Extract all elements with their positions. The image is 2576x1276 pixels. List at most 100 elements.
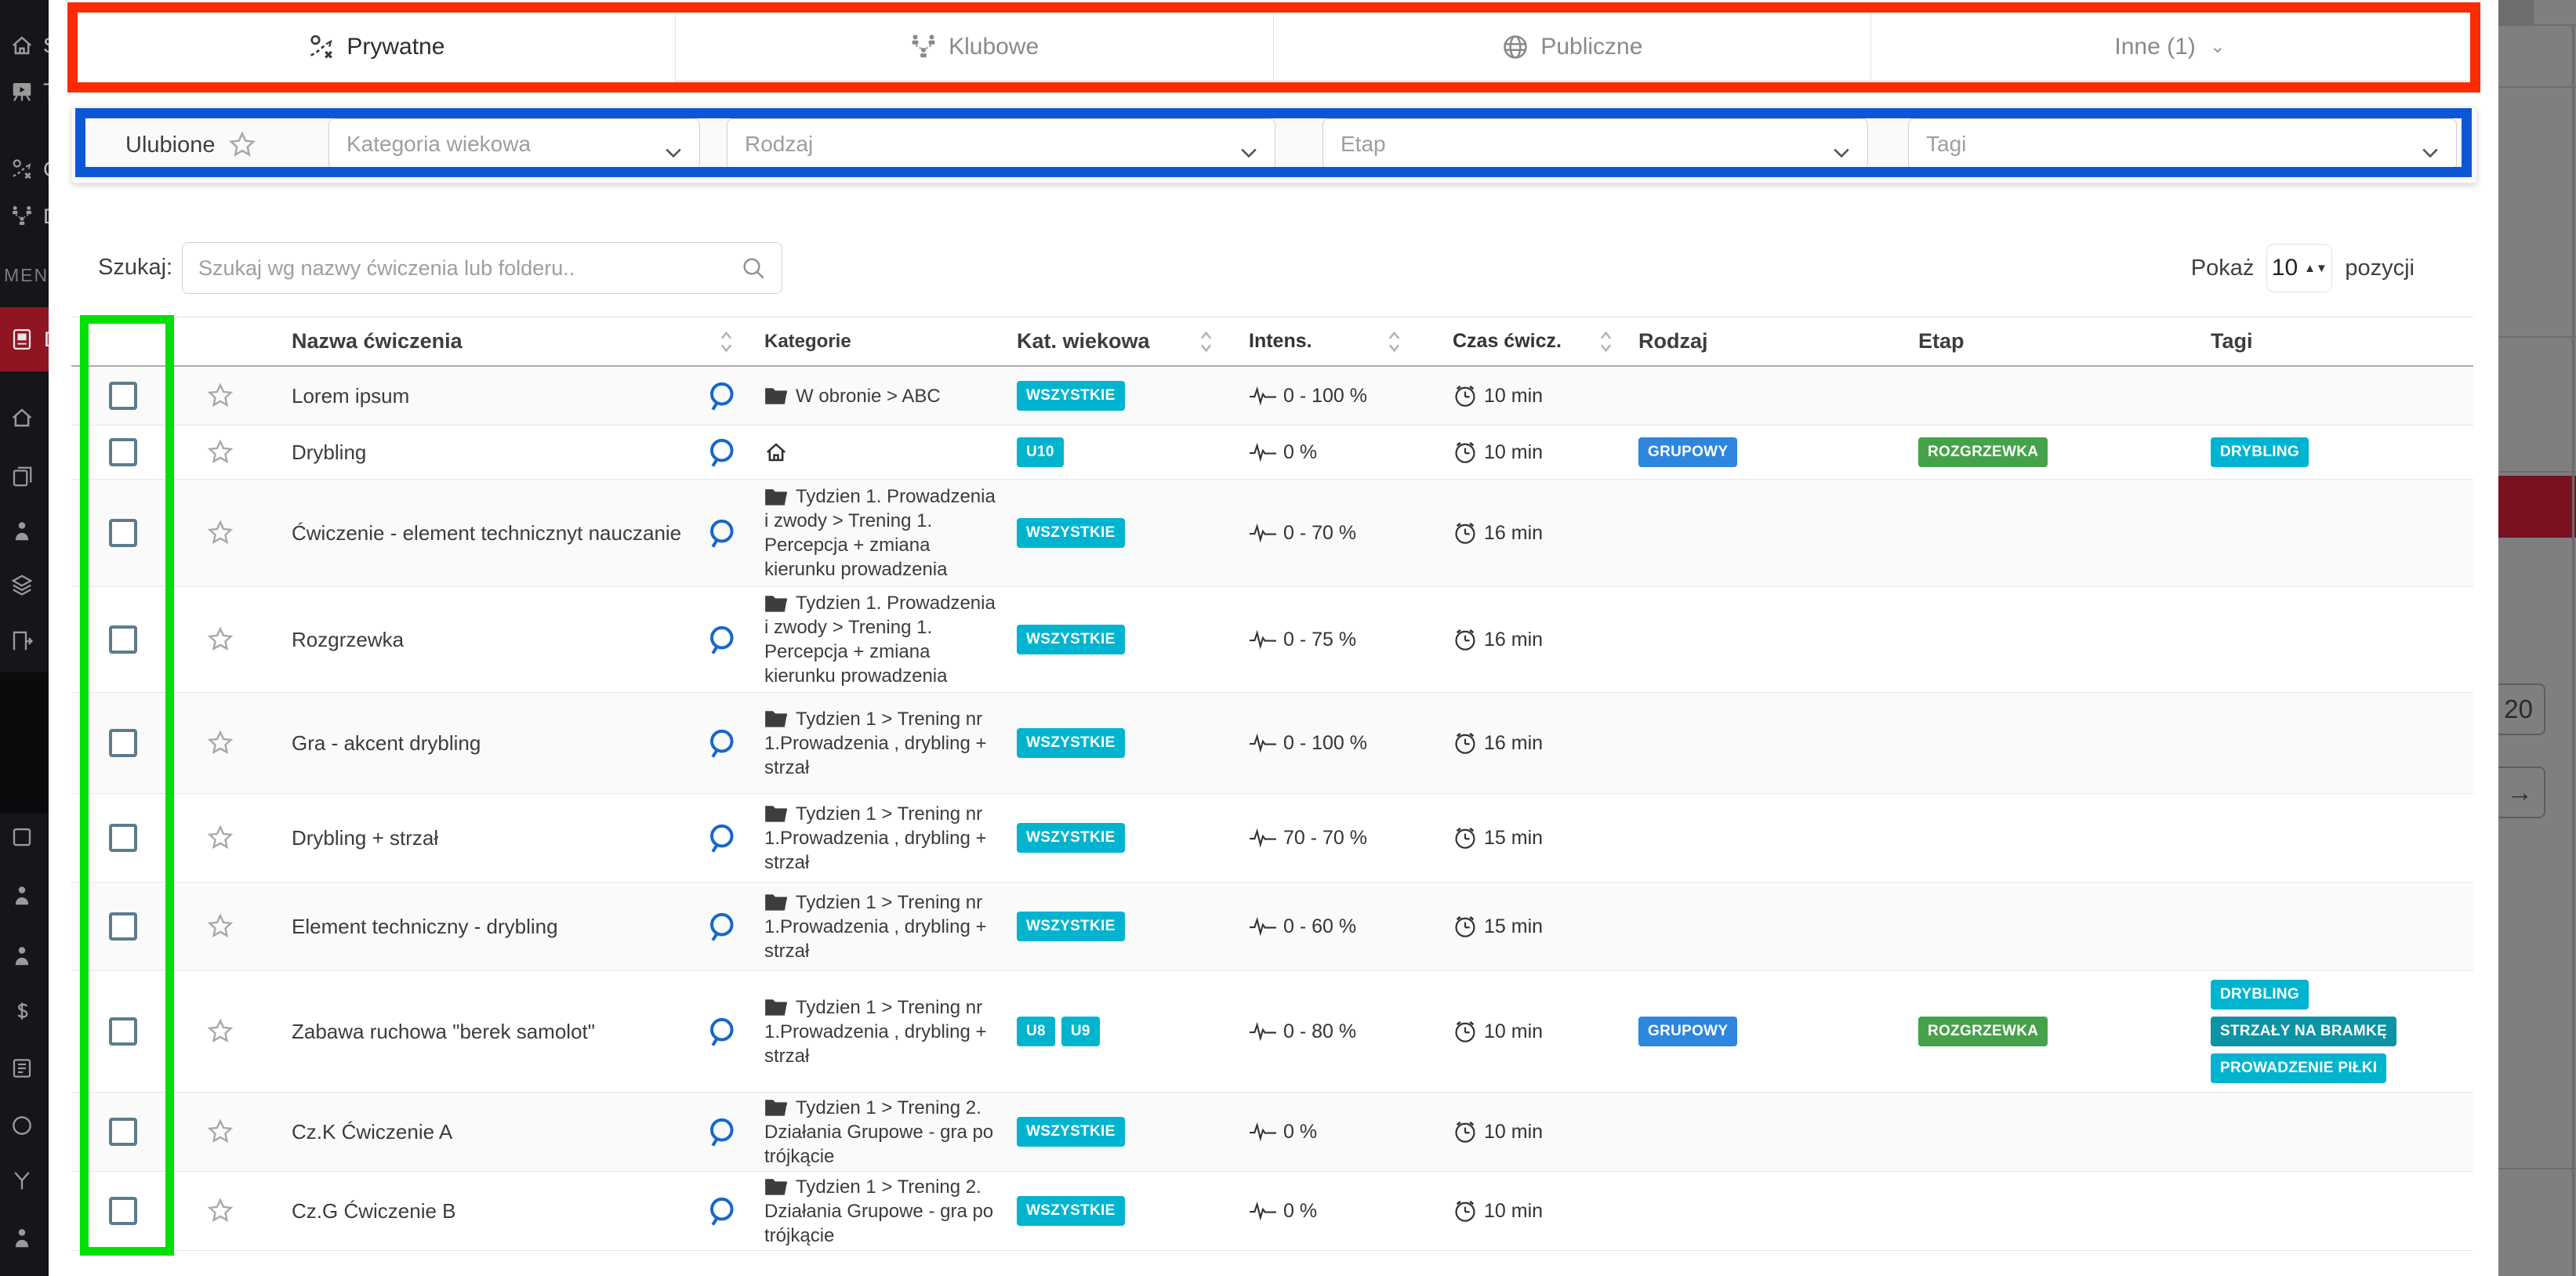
- row-checkbox[interactable]: [109, 1197, 137, 1225]
- sidebar-item[interactable]: [0, 455, 49, 498]
- sidebar-item[interactable]: [0, 1046, 49, 1090]
- star-icon[interactable]: [206, 625, 234, 654]
- sidebar-item-active[interactable]: D: [0, 307, 49, 372]
- age-badge: U9: [1061, 1017, 1100, 1046]
- sidebar-item[interactable]: [0, 1216, 49, 1260]
- search-placeholder: Szukaj wg nazwy ćwiczenia lub folderu..: [198, 256, 575, 281]
- search-input[interactable]: Szukaj wg nazwy ćwiczenia lub folderu..: [182, 242, 782, 294]
- preview-search-icon[interactable]: [706, 437, 737, 468]
- tab-inne-1[interactable]: Inne (1)⌄: [1870, 13, 2469, 82]
- column-header-time[interactable]: Czas ćwicz.: [1442, 328, 1623, 355]
- sidebar-item[interactable]: [0, 874, 49, 918]
- page-size-stepper[interactable]: 10 ▲▼: [2266, 244, 2332, 292]
- sidebar-item[interactable]: T: [0, 69, 49, 113]
- column-header-intensity[interactable]: Intens.: [1239, 328, 1442, 355]
- sidebar-item[interactable]: [0, 934, 49, 978]
- filter-select-etap[interactable]: Etap: [1322, 118, 1868, 170]
- cell-intensity: 0 %: [1239, 441, 1442, 464]
- star-icon[interactable]: [206, 438, 234, 466]
- tab-prywatne[interactable]: Prywatne: [78, 13, 675, 82]
- sidebar-item[interactable]: Ć: [0, 147, 49, 191]
- row-checkbox[interactable]: [109, 1118, 137, 1146]
- sidebar-item[interactable]: [0, 619, 49, 663]
- preview-search-icon[interactable]: [706, 1195, 737, 1227]
- column-header-age[interactable]: Kat. wiekowa: [1007, 328, 1239, 355]
- page-size-suffix: pozycji: [2345, 256, 2415, 281]
- preview-search-icon[interactable]: [706, 380, 737, 411]
- row-checkbox[interactable]: [109, 1017, 137, 1046]
- row-checkbox[interactable]: [109, 625, 137, 654]
- intensity-value: 0 %: [1283, 441, 1317, 464]
- filter-select-kategoria-wiekowa[interactable]: Kategoria wiekowa: [328, 118, 700, 170]
- sidebar-item[interactable]: D: [0, 194, 49, 238]
- square-icon: [10, 825, 34, 849]
- cell-intensity: 0 - 75 %: [1239, 629, 1442, 651]
- cell-age: WSZYSTKIE: [1007, 625, 1239, 654]
- sidebar-item[interactable]: [0, 1158, 49, 1202]
- sidebar-item[interactable]: S: [0, 24, 49, 67]
- cell-name: Cz.K Ćwiczenie A: [267, 1120, 690, 1144]
- column-header-stage: Etap: [1913, 329, 2203, 353]
- column-header-label: Kat. wiekowa: [1017, 329, 1150, 353]
- row-checkbox[interactable]: [109, 912, 137, 941]
- cell-time: 10 min: [1442, 1019, 1623, 1044]
- folder-icon: [764, 386, 788, 406]
- intensity-value: 0 - 80 %: [1283, 1020, 1356, 1043]
- preview-search-icon[interactable]: [706, 822, 737, 854]
- cell-preview: [690, 822, 753, 854]
- wave-icon: [1249, 385, 1277, 407]
- sidebar-item[interactable]: [0, 509, 49, 553]
- preview-search-icon[interactable]: [706, 727, 737, 759]
- tab-klubowe[interactable]: Klubowe: [675, 13, 1273, 82]
- category-path: trójkącie: [764, 1146, 834, 1167]
- preview-search-icon[interactable]: [706, 517, 737, 549]
- cell-time: 16 min: [1442, 627, 1623, 652]
- age-badge: U8: [1017, 1017, 1055, 1046]
- preview-search-icon[interactable]: [706, 911, 737, 942]
- stepper-arrows-icon[interactable]: ▲▼: [2304, 264, 2327, 273]
- star-icon[interactable]: [206, 1197, 234, 1225]
- row-checkbox[interactable]: [109, 729, 137, 757]
- background-next-button[interactable]: →: [2498, 767, 2545, 818]
- background-value-box[interactable]: 20: [2498, 683, 2545, 735]
- filter-select-tagi[interactable]: Tagi: [1908, 118, 2457, 170]
- star-icon[interactable]: [206, 1118, 234, 1146]
- divider: [2498, 471, 2576, 473]
- scrollbar-thumb[interactable]: [2498, 0, 2534, 24]
- star-icon[interactable]: [206, 382, 234, 410]
- age-badge: WSZYSTKIE: [1017, 518, 1125, 548]
- person-icon: [10, 944, 34, 968]
- preview-search-icon[interactable]: [706, 624, 737, 655]
- cell-intensity: 0 - 70 %: [1239, 522, 1442, 545]
- row-checkbox[interactable]: [109, 382, 137, 410]
- filter-select-rodzaj[interactable]: Rodzaj: [727, 118, 1275, 170]
- row-checkbox[interactable]: [109, 519, 137, 547]
- sidebar-item[interactable]: [0, 989, 49, 1033]
- sidebar-item[interactable]: [0, 563, 49, 607]
- duration-value: 15 min: [1484, 915, 1543, 938]
- star-icon[interactable]: [206, 912, 234, 941]
- column-header-name[interactable]: Nazwa ćwiczenia: [267, 328, 753, 355]
- sidebar-item[interactable]: [0, 1104, 49, 1147]
- star-icon[interactable]: [206, 824, 234, 852]
- clock-icon: [1453, 440, 1478, 465]
- star-icon[interactable]: [206, 519, 234, 547]
- row-checkbox[interactable]: [109, 438, 137, 466]
- star-icon[interactable]: [206, 729, 234, 757]
- cell-checkbox: [71, 912, 174, 941]
- duration-value: 10 min: [1484, 1020, 1543, 1043]
- preview-search-icon[interactable]: [706, 1016, 737, 1047]
- tab-label: Publiczne: [1540, 34, 1642, 60]
- favorites-toggle[interactable]: Ulubione: [125, 130, 257, 160]
- sidebar-item[interactable]: [0, 396, 49, 440]
- star-icon[interactable]: [206, 1017, 234, 1046]
- cell-name: Gra - akcent drybling: [267, 731, 690, 756]
- sidebar-item[interactable]: [0, 815, 49, 859]
- row-checkbox[interactable]: [109, 824, 137, 852]
- cell-favorite: [174, 1197, 267, 1225]
- cell-checkbox: [71, 382, 174, 410]
- category-path: Tydzien 1 > Trening nr: [796, 707, 982, 731]
- tab-publiczne[interactable]: Publiczne: [1273, 13, 1871, 82]
- preview-search-icon[interactable]: [706, 1116, 737, 1147]
- video-icon: [10, 79, 34, 103]
